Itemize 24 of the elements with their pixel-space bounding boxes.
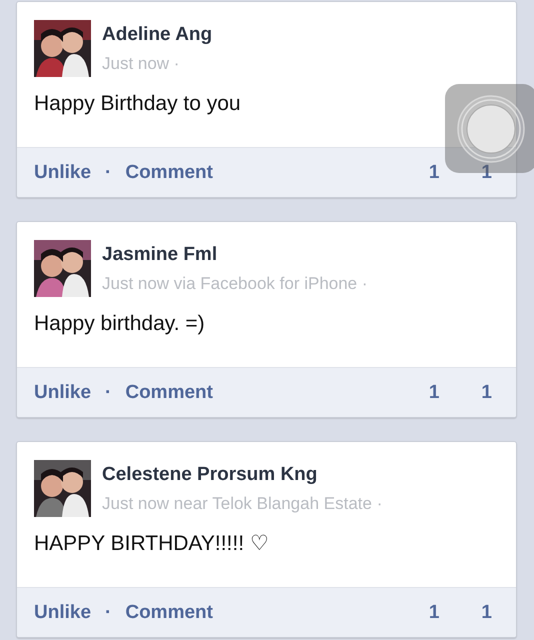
assistive-touch-icon[interactable] — [456, 94, 526, 164]
author-name[interactable]: Celestene Prorsum Kng — [102, 463, 382, 487]
post-message: HAPPY BIRTHDAY!!!!! ♡ — [34, 531, 269, 557]
comment-link[interactable]: Comment — [125, 162, 213, 184]
separator-dot: · — [104, 382, 112, 404]
author-name[interactable]: Adeline Ang — [102, 23, 212, 47]
unlike-link[interactable]: Unlike — [34, 162, 92, 184]
like-count[interactable]: 1 — [428, 162, 440, 184]
like-count[interactable]: 1 — [428, 602, 440, 624]
comment-count[interactable]: 1 — [481, 602, 492, 624]
comment-link[interactable]: Comment — [125, 602, 213, 624]
unlike-link[interactable]: Unlike — [34, 382, 92, 404]
comment-count[interactable]: 1 — [481, 382, 492, 404]
post-message: Happy Birthday to you — [34, 91, 241, 117]
post-message: Happy birthday. =) — [34, 311, 205, 337]
post-meta: Just now · — [102, 53, 180, 75]
separator-dot: · — [104, 602, 112, 624]
comment-link[interactable]: Comment — [125, 382, 213, 404]
separator-dot: · — [104, 162, 112, 184]
unlike-link[interactable]: Unlike — [34, 602, 92, 624]
author-name[interactable]: Jasmine Fml — [102, 243, 368, 267]
post-meta: Just now via Facebook for iPhone · — [102, 273, 368, 295]
post-meta: Just now near Telok Blangah Estate · — [102, 493, 382, 515]
like-count[interactable]: 1 — [428, 382, 440, 404]
